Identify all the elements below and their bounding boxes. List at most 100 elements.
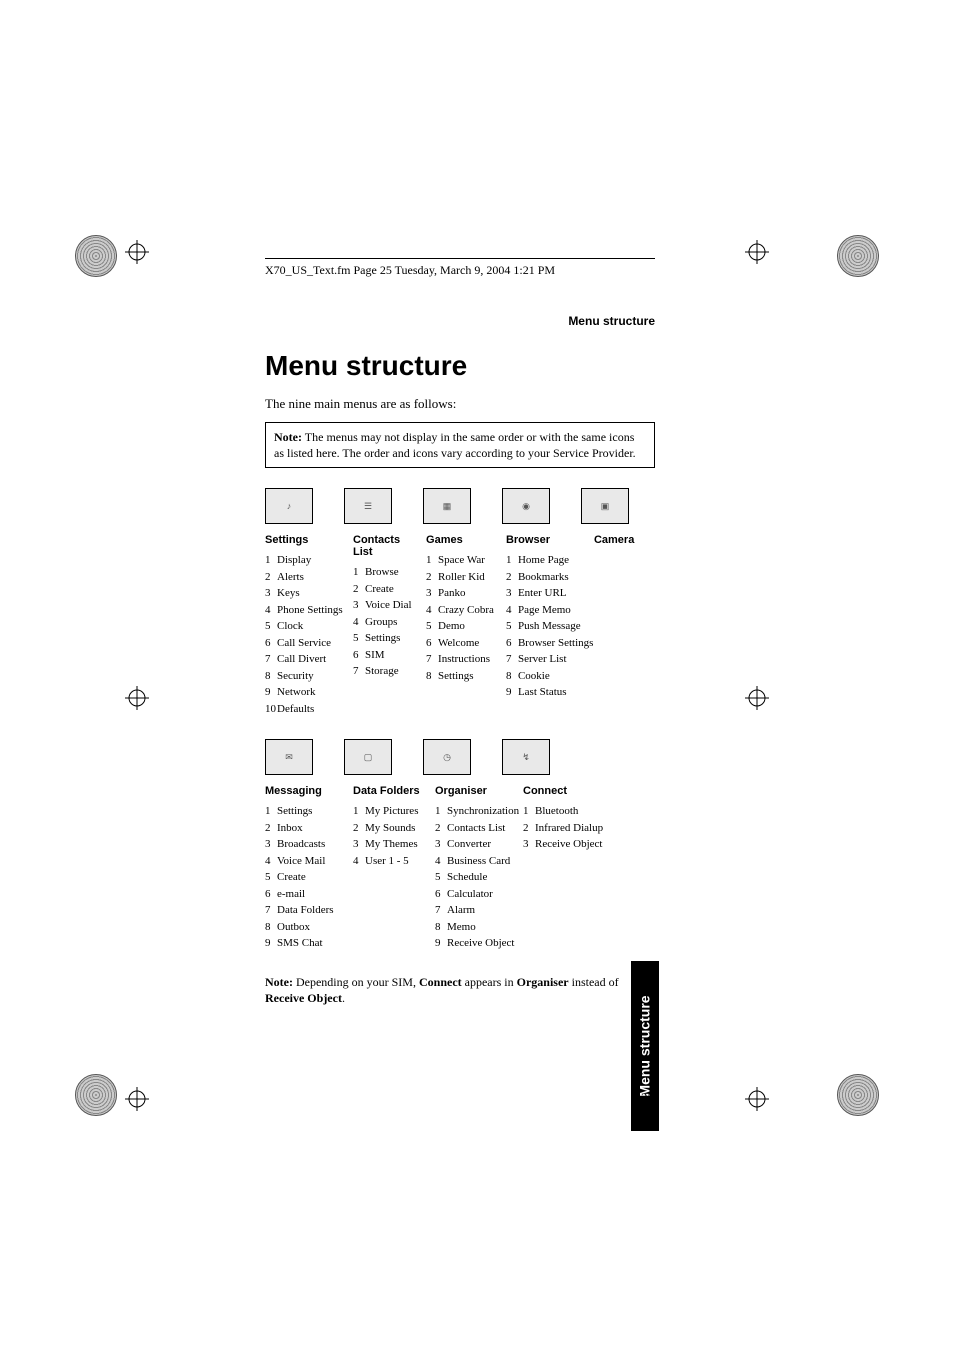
menu-item: 5Schedule	[435, 869, 511, 886]
registration-mark	[125, 686, 149, 710]
page-number: 25	[641, 1090, 654, 1106]
games-icon: ▦	[423, 488, 471, 524]
menu-col-organiser: Organiser 1Synchronization2Contacts List…	[435, 785, 511, 952]
connect-icon: ↯	[502, 739, 550, 775]
menu-title: Games	[426, 534, 494, 546]
settings-icon: ♪	[265, 488, 313, 524]
menu-col-camera: Camera	[594, 534, 655, 717]
menu-item: 3Keys	[265, 585, 341, 602]
note-text: .	[342, 991, 345, 1005]
note-bold: Connect	[419, 975, 462, 989]
intro-text: The nine main menus are as follows:	[265, 396, 655, 412]
menu-title: Camera	[594, 534, 655, 546]
menu-item: 2Roller Kid	[426, 569, 494, 586]
menu-item: 3Enter URL	[506, 585, 582, 602]
menu-item: 8Security	[265, 668, 341, 685]
note-bold: Organiser	[517, 975, 569, 989]
menu-item: 2Contacts List	[435, 820, 511, 837]
camera-icon: ▣	[581, 488, 629, 524]
note-box-2: Note: Depending on your SIM, Connect app…	[265, 974, 655, 1006]
menu-item: 2Inbox	[265, 820, 341, 837]
menu-item: 4Voice Mail	[265, 853, 341, 870]
menu-item: 2Bookmarks	[506, 569, 582, 586]
note-text: instead of	[569, 975, 619, 989]
menu-item: 5Demo	[426, 618, 494, 635]
contacts-icon: ☰	[344, 488, 392, 524]
menu-grid-1: Settings 1Display2Alerts3Keys4Phone Sett…	[265, 534, 655, 717]
prepress-circle-tr	[837, 235, 879, 277]
menu-title: Organiser	[435, 785, 511, 797]
menu-item: 3Panko	[426, 585, 494, 602]
menu-item: 1Synchronization	[435, 803, 511, 820]
menu-col-messaging: Messaging 1Settings2Inbox3Broadcasts4Voi…	[265, 785, 341, 952]
page-title: Menu structure	[265, 350, 655, 382]
note-text: Depending on your SIM,	[296, 975, 419, 989]
menu-col-settings: Settings 1Display2Alerts3Keys4Phone Sett…	[265, 534, 341, 717]
prepress-circle-bl	[75, 1074, 117, 1116]
note-bold: Receive Object	[265, 991, 342, 1005]
menu-item: 1My Pictures	[353, 803, 423, 820]
menu-item: 4Phone Settings	[265, 602, 341, 619]
menu-item: 5Push Message	[506, 618, 582, 635]
menu-item: 7Call Divert	[265, 651, 341, 668]
menu-item: 1Home Page	[506, 552, 582, 569]
menu-item: 2My Sounds	[353, 820, 423, 837]
page-body: X70_US_Text.fm Page 25 Tuesday, March 9,…	[265, 258, 655, 1026]
menu-item: 9Network	[265, 684, 341, 701]
menu-item: 8Cookie	[506, 668, 582, 685]
note-box-1: Note: The menus may not display in the s…	[265, 422, 655, 468]
menu-item: 5Create	[265, 869, 341, 886]
menu-item: 1Display	[265, 552, 341, 569]
menu-item: 9Last Status	[506, 684, 582, 701]
menu-item: 7Data Folders	[265, 902, 341, 919]
menu-item: 8Memo	[435, 919, 511, 936]
menu-item: 6Calculator	[435, 886, 511, 903]
menu-item: 4Business Card	[435, 853, 511, 870]
menu-col-contacts: Contacts List 1Browse2Create3Voice Dial4…	[353, 534, 414, 717]
note-text: appears in	[462, 975, 517, 989]
frame-header: X70_US_Text.fm Page 25 Tuesday, March 9,…	[265, 263, 655, 278]
menu-item: 2Infrared Dialup	[523, 820, 599, 837]
menu-item: 2Alerts	[265, 569, 341, 586]
registration-mark	[745, 1087, 769, 1111]
menu-item: 3Broadcasts	[265, 836, 341, 853]
menu-item: 3My Themes	[353, 836, 423, 853]
menu-item: 5Settings	[353, 630, 414, 647]
menu-item: 6Welcome	[426, 635, 494, 652]
menu-item: 6e-mail	[265, 886, 341, 903]
running-head: Menu structure	[265, 314, 655, 328]
menu-item: 6Browser Settings	[506, 635, 582, 652]
messaging-icon: ✉	[265, 739, 313, 775]
menu-item: 9Receive Object	[435, 935, 511, 952]
note-body: The menus may not display in the same or…	[274, 430, 636, 460]
menu-col-browser: Browser 1Home Page2Bookmarks3Enter URL4P…	[506, 534, 582, 717]
menu-item: 6Call Service	[265, 635, 341, 652]
menu-title: Messaging	[265, 785, 341, 797]
menu-item: 7Server List	[506, 651, 582, 668]
menu-item: 3Voice Dial	[353, 597, 414, 614]
menu-item: 1Bluetooth	[523, 803, 599, 820]
menu-item: 4Groups	[353, 614, 414, 631]
prepress-circle-br	[837, 1074, 879, 1116]
menu-grid-2: Messaging 1Settings2Inbox3Broadcasts4Voi…	[265, 785, 655, 952]
registration-mark	[745, 686, 769, 710]
menu-item: 1Space War	[426, 552, 494, 569]
menu-col-connect: Connect 1Bluetooth2Infrared Dialup3Recei…	[523, 785, 599, 952]
menu-item: 7Alarm	[435, 902, 511, 919]
menu-item: 3Converter	[435, 836, 511, 853]
menu-item: 6SIM	[353, 647, 414, 664]
icon-row-2: ✉ ▢ ◷ ↯	[265, 739, 655, 775]
menu-title: Contacts List	[353, 534, 414, 558]
menu-item: 7Storage	[353, 663, 414, 680]
menu-title: Browser	[506, 534, 582, 546]
menu-item: 1Browse	[353, 564, 414, 581]
menu-item: 7Instructions	[426, 651, 494, 668]
menu-title: Settings	[265, 534, 341, 546]
registration-mark	[125, 240, 149, 264]
rule-top	[265, 258, 655, 259]
note-label: Note:	[274, 430, 302, 444]
icon-row-1: ♪ ☰ ▦ ◉ ▣	[265, 488, 655, 524]
menu-item: 8Settings	[426, 668, 494, 685]
registration-mark	[745, 240, 769, 264]
menu-item: 3Receive Object	[523, 836, 599, 853]
